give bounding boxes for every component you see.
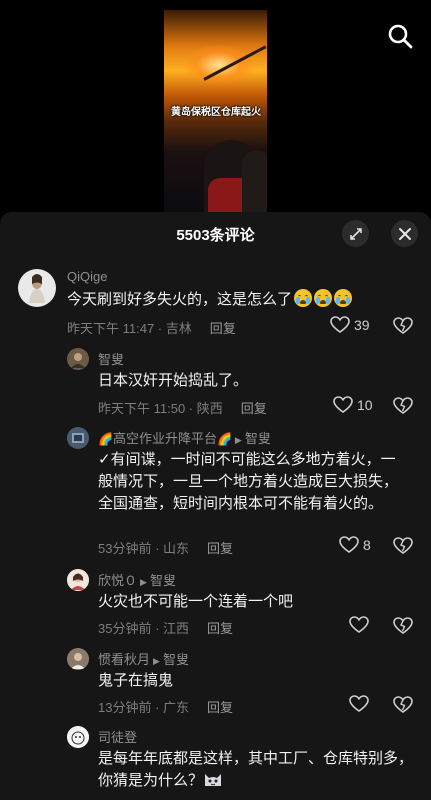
comment-meta: 35分钟前 · 江西 回复 <box>98 618 233 637</box>
comment-author-name: 欣悦０ <box>98 573 138 588</box>
video-caption: 黄岛保税区仓库起火 <box>171 107 261 118</box>
comment-time-location: 35分钟前 · 江西 <box>98 621 190 636</box>
comment-meta: 昨天下午 11:50 · 陕西 回复 <box>98 398 267 417</box>
comment-text: 是每年年底都是这样，其中工厂、仓库特别多，你猜是为什么？ <box>98 748 416 792</box>
fire-glow <box>184 45 254 85</box>
rainbow-icon: 🌈 <box>216 432 232 446</box>
broken-heart-icon <box>393 397 413 414</box>
comment-text-content: 今天刷到好多失火的，这是怎么了 <box>67 291 293 308</box>
heart-icon <box>333 396 353 413</box>
comment-text: ✓有间谍，一时间不可能这么多地方着火，一般情况下，一旦一个地方着火造成巨大损失，… <box>98 451 399 512</box>
heart-icon <box>349 616 369 633</box>
broken-heart-icon <box>393 537 413 554</box>
bystander-silhouette <box>242 150 267 212</box>
comment-text: 火灾也不可能一个连着一个吧 <box>98 593 294 610</box>
reply-arrow-icon: ▶ <box>153 656 160 666</box>
comment-time-location: 昨天下午 11:47 · 吉林 <box>67 321 192 336</box>
comment-author[interactable]: 欣悦０ ▶ 智叟 <box>98 570 176 589</box>
comment-meta: 昨天下午 11:47 · 吉林 回复 <box>67 318 236 337</box>
like-button[interactable] <box>349 616 369 634</box>
dislike-button[interactable] <box>393 537 413 560</box>
heart-icon <box>349 695 369 712</box>
cat-face-icon <box>205 774 222 786</box>
comment-author[interactable]: 🌈高空作业升降平台🌈 ▶ 智叟 <box>98 428 271 447</box>
like-button[interactable]: 8 <box>339 536 371 554</box>
heart-icon <box>339 536 359 553</box>
search-icon[interactable] <box>386 22 414 50</box>
comment-author-name: 惯看秋月 <box>98 652 151 667</box>
like-count: 39 <box>354 317 370 333</box>
loudly-crying-face-icon <box>334 289 353 307</box>
avatar[interactable] <box>18 269 56 307</box>
dislike-button[interactable] <box>393 696 413 719</box>
comment-author[interactable]: QiQige <box>67 269 107 284</box>
comment-author[interactable]: 司徒登 <box>98 727 137 746</box>
reply-button[interactable]: 回复 <box>207 700 233 715</box>
dislike-button[interactable] <box>393 617 413 640</box>
expand-button[interactable] <box>342 220 369 247</box>
reply-to-author[interactable]: 智叟 <box>245 431 271 446</box>
comment-author[interactable]: 智叟 <box>98 349 124 368</box>
comment-text: 日本汉奸开始捣乱了。 <box>98 372 249 389</box>
like-count: 8 <box>363 537 371 553</box>
heart-icon <box>330 316 350 333</box>
comment-text: 今天刷到好多失火的，这是怎么了 <box>67 289 417 311</box>
dislike-button[interactable] <box>393 317 413 340</box>
like-count: 10 <box>357 397 373 413</box>
broken-heart-icon <box>393 617 413 634</box>
close-button[interactable] <box>391 220 418 247</box>
dislike-button[interactable] <box>393 397 413 420</box>
loudly-crying-face-icon <box>294 289 313 307</box>
comment-text: 鬼子在搞鬼 <box>98 672 174 689</box>
reply-button[interactable]: 回复 <box>207 621 233 636</box>
like-button[interactable]: 39 <box>330 316 370 334</box>
reply-button[interactable]: 回复 <box>210 321 236 336</box>
comment-author-name: 高空作业升降平台 <box>112 431 217 446</box>
reply-button[interactable]: 回复 <box>207 541 233 556</box>
video-player[interactable]: 黄岛保税区仓库起火 <box>0 0 431 212</box>
comment-author[interactable]: 惯看秋月 ▶ 智叟 <box>98 649 189 668</box>
loudly-crying-face-icon <box>314 289 333 307</box>
broken-heart-icon <box>393 696 413 713</box>
comments-panel: 5503条评论 QiQige 今天刷到好多失火的，这是怎么了 昨天下午 11:4… <box>0 212 431 800</box>
rainbow-icon: 🌈 <box>98 432 113 446</box>
reply-to-author[interactable]: 智叟 <box>150 573 176 588</box>
expand-icon <box>349 227 362 240</box>
reply-arrow-icon: ▶ <box>234 435 242 445</box>
comment-meta: 53分钟前 · 山东 回复 <box>98 538 233 557</box>
reply-button[interactable]: 回复 <box>241 401 267 416</box>
reply-to-author[interactable]: 智叟 <box>163 652 189 667</box>
comment-time-location: 53分钟前 · 山东 <box>98 541 190 556</box>
broken-heart-icon <box>393 317 413 334</box>
close-icon <box>398 227 411 240</box>
like-button[interactable]: 10 <box>333 396 373 414</box>
avatar[interactable] <box>67 726 89 748</box>
comment-meta: 13分钟前 · 广东 回复 <box>98 697 233 716</box>
reply-arrow-icon: ▶ <box>140 577 147 587</box>
comment-time-location: 昨天下午 11:50 · 陕西 <box>98 401 223 416</box>
avatar[interactable] <box>67 648 89 670</box>
avatar[interactable] <box>67 569 89 591</box>
avatar[interactable] <box>67 427 89 449</box>
comment-time-location: 13分钟前 · 广东 <box>98 700 190 715</box>
comment-text-content: 是每年年底都是这样，其中工厂、仓库特别多，你猜是为什么？ <box>98 750 414 789</box>
avatar[interactable] <box>67 348 89 370</box>
like-button[interactable] <box>349 695 369 713</box>
